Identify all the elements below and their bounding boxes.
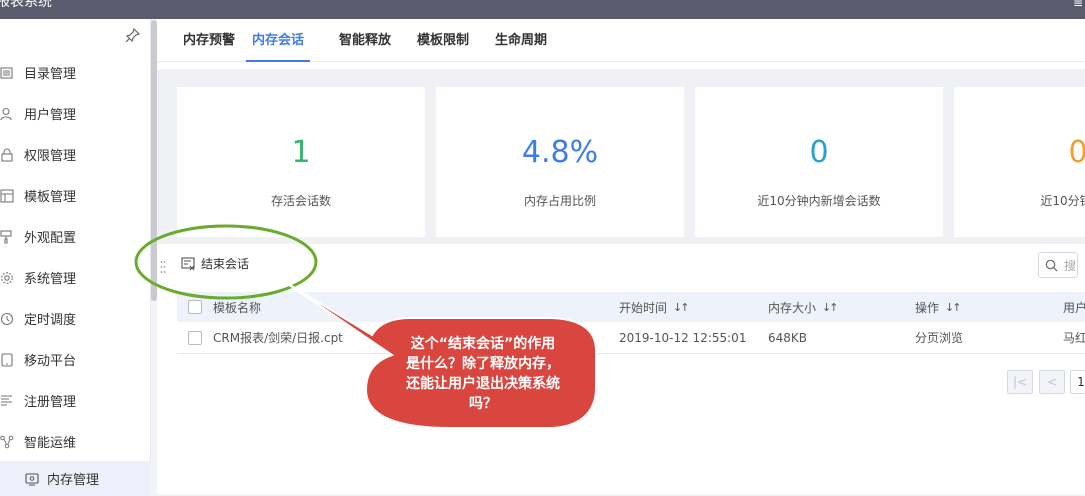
sidebar-item-label: 注册管理 bbox=[24, 395, 77, 410]
table-header: 模板名称 开始时间 ↓↑ 内存大小 ↓↑ 操作 ↓↑ 用户 bbox=[177, 292, 1085, 322]
end-session-icon bbox=[181, 256, 195, 270]
header-action[interactable]: 操作 ↓↑ bbox=[915, 292, 962, 322]
page-number[interactable]: 1 bbox=[1070, 370, 1085, 394]
stat-value: 0 bbox=[809, 135, 829, 170]
stat-caption: 内存占用比例 bbox=[523, 194, 596, 208]
sidebar-item-permissions[interactable]: 权限管理 bbox=[0, 134, 151, 175]
search-input[interactable]: 搜 bbox=[1038, 252, 1078, 278]
header-action-label: 操作 bbox=[915, 300, 940, 315]
tab-lifecycle[interactable]: 生命周期 bbox=[493, 19, 549, 62]
sidebar-item-label: 定时调度 bbox=[24, 313, 77, 328]
end-session-button[interactable]: 结束会话 bbox=[181, 255, 249, 272]
sort-icon[interactable]: ↓↑ bbox=[822, 301, 839, 314]
mobile-icon bbox=[1, 352, 13, 367]
sidebar-item-mobile[interactable]: 移动平台 bbox=[0, 339, 151, 380]
memory-icon bbox=[25, 472, 39, 485]
corner-menu-icon[interactable]: ≡ bbox=[1073, 0, 1083, 10]
template-icon bbox=[0, 188, 14, 203]
header-user: 用户 bbox=[1063, 300, 1085, 315]
stat-card: 4.8% 内存占用比例 bbox=[436, 87, 684, 237]
stat-card: 1 存活会话数 bbox=[177, 87, 425, 237]
cell-action[interactable]: 分页浏览 bbox=[915, 322, 963, 353]
sidebar-item-label: 权限管理 bbox=[24, 149, 77, 164]
header-name: 模板名称 bbox=[213, 300, 262, 315]
tab-template-limit[interactable]: 模板限制 bbox=[415, 19, 471, 62]
sort-icon[interactable]: ↓↑ bbox=[673, 301, 690, 314]
tab-smart-release[interactable]: 智能释放 bbox=[337, 19, 393, 62]
stat-value: 1 bbox=[291, 135, 311, 170]
callout-line: 还能让用户退出决策系统 bbox=[406, 376, 560, 392]
network-icon bbox=[0, 435, 14, 448]
sidebar-item-label: 智能运维 bbox=[24, 436, 77, 451]
stat-card: 0 近10分钟内结 bbox=[954, 87, 1085, 237]
tab-memory-session[interactable]: 内存会话 bbox=[246, 19, 310, 62]
cell-name: CRM报表/剑荣/日报.cpt bbox=[213, 331, 343, 345]
sort-icon[interactable]: ↓↑ bbox=[945, 301, 962, 314]
sidebar-item-label: 系统管理 bbox=[24, 272, 77, 287]
lock-icon bbox=[1, 148, 13, 162]
stat-value: 4.8% bbox=[521, 135, 599, 170]
sidebar-item-label: 模板管理 bbox=[24, 190, 77, 205]
tab-bar: 内存预警 内存会话 智能释放 模板限制 生命周期 bbox=[157, 19, 1085, 62]
sidebar-item-memory[interactable]: 内存管理 bbox=[0, 461, 151, 496]
header-start-label: 开始时间 bbox=[619, 300, 668, 315]
prev-page-button[interactable]: < bbox=[1039, 370, 1065, 394]
stat-caption: 近10分钟内新增会话数 bbox=[757, 194, 881, 208]
user-icon bbox=[0, 107, 12, 120]
session-table-area: 结束会话 搜 模板名称 开始时间 ↓↑ 内存大小 ↓↑ 操作 ↓↑ 用户 CRM报表/… bbox=[157, 244, 1085, 494]
callout-line: 这个“结束会话”的作用 bbox=[410, 336, 556, 352]
sidebar-item-catalog[interactable]: 目录管理 bbox=[0, 52, 151, 93]
sidebar-item-label: 内存管理 bbox=[47, 473, 100, 488]
sidebar-item-users[interactable]: 用户管理 bbox=[0, 93, 151, 134]
pin-icon[interactable] bbox=[125, 27, 141, 43]
end-session-label: 结束会话 bbox=[201, 257, 250, 271]
cell-memory: 648KB bbox=[768, 330, 808, 345]
sidebar-item-label: 目录管理 bbox=[24, 67, 77, 82]
main-area: 内存预警 内存会话 智能释放 模板限制 生命周期 1 存活会话数 4.8% 内存… bbox=[157, 19, 1085, 494]
sidebar-item-label: 用户管理 bbox=[24, 108, 77, 123]
header-memory-label: 内存大小 bbox=[768, 300, 817, 315]
stat-card: 0 近10分钟内新增会话数 bbox=[695, 87, 943, 237]
stat-caption: 存活会话数 bbox=[270, 194, 331, 208]
sidebar-item-schedule[interactable]: 定时调度 bbox=[0, 298, 151, 339]
sidebar-item-label: 外观配置 bbox=[24, 231, 77, 246]
sidebar-item-appearance[interactable]: 外观配置 bbox=[0, 216, 151, 257]
callout-text: 这个“结束会话”的作用 是什么？除了释放内存， 还能让用户退出决策系统 吗？ bbox=[378, 334, 588, 414]
tab-memory-warning[interactable]: 内存预警 bbox=[181, 19, 237, 62]
sidebar-item-system[interactable]: 系统管理 bbox=[0, 257, 151, 298]
clock-icon bbox=[0, 312, 14, 325]
callout-line: 是什么？除了释放内存， bbox=[406, 356, 560, 372]
cell-user: 马红 bbox=[1063, 331, 1085, 345]
brush-icon bbox=[0, 229, 12, 244]
search-placeholder: 搜 bbox=[1064, 258, 1077, 273]
list-icon bbox=[0, 66, 13, 79]
app-title: 报表系统 bbox=[0, 0, 52, 10]
register-icon bbox=[1, 394, 12, 406]
cell-start-time: 2019-10-12 12:55:01 bbox=[619, 330, 747, 345]
header-memory[interactable]: 内存大小 ↓↑ bbox=[768, 292, 839, 322]
sidebar-item-register[interactable]: 注册管理 bbox=[0, 380, 151, 421]
sidebar: 目录管理 用户管理 权限管理 模板管理 外观配置 系统管理 定时调度 移动平台 … bbox=[0, 19, 151, 496]
select-all-checkbox[interactable] bbox=[188, 292, 202, 322]
row-checkbox[interactable] bbox=[188, 322, 202, 353]
callout-line: 吗？ bbox=[469, 396, 497, 412]
session-panel: 1 存活会话数 4.8% 内存占用比例 0 近10分钟内新增会话数 0 近10分… bbox=[157, 69, 1085, 494]
title-bar: 报表系统 ≡ bbox=[0, 0, 1085, 19]
table-row[interactable]: CRM报表/剑荣/日报.cpt 2019-10-12 12:55:01 648K… bbox=[177, 322, 1085, 354]
stat-value: 0 bbox=[1068, 135, 1085, 170]
drag-handle-icon[interactable] bbox=[160, 260, 166, 274]
sidebar-item-label: 移动平台 bbox=[24, 354, 77, 369]
stat-caption: 近10分钟内结 bbox=[1040, 194, 1085, 208]
header-start-time[interactable]: 开始时间 ↓↑ bbox=[619, 292, 690, 322]
first-page-button[interactable]: |< bbox=[1007, 370, 1033, 394]
gear-icon bbox=[1, 271, 13, 284]
search-icon bbox=[1045, 259, 1058, 272]
sidebar-item-templates[interactable]: 模板管理 bbox=[0, 175, 151, 216]
sidebar-item-ops[interactable]: 智能运维 bbox=[0, 421, 151, 462]
